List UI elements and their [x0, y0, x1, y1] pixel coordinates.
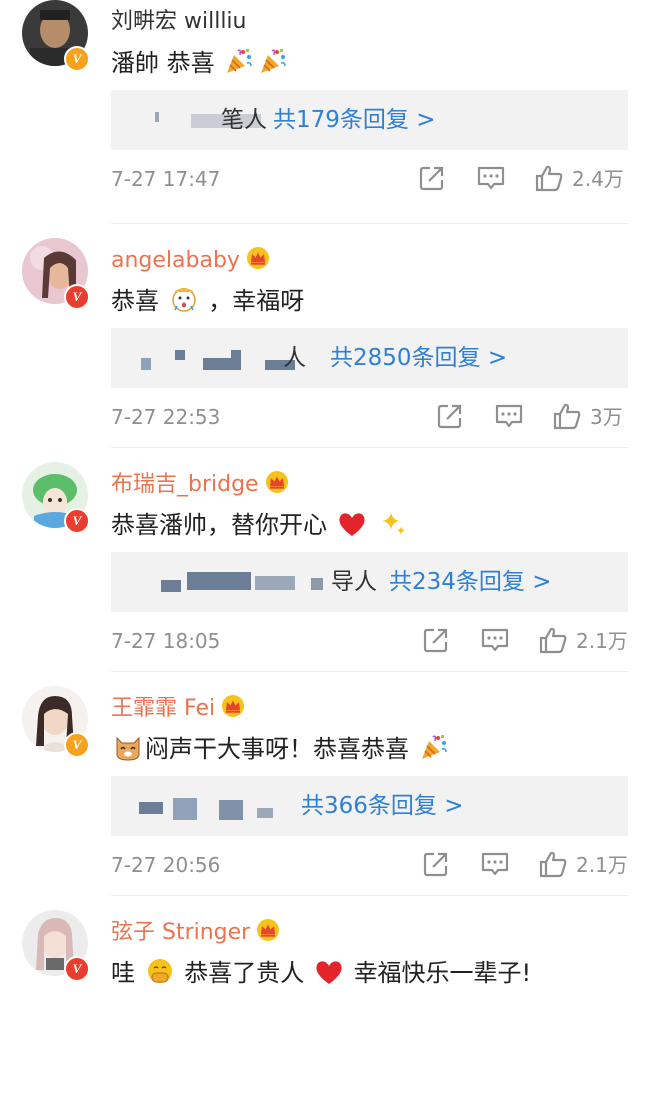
reply-preview[interactable]: 笔人 共179条回复 >: [111, 90, 628, 150]
verified-badge: V: [64, 956, 90, 982]
blurred-usernames: [139, 776, 289, 836]
comment-text: 闷声干大事呀！恭喜恭喜: [111, 732, 451, 764]
comment-actions: 2.1万: [0, 626, 650, 656]
commenter-name[interactable]: angelababy: [111, 246, 270, 275]
blurred-usernames: [135, 328, 295, 388]
comment-item: V 布瑞吉_bridge 恭喜潘帅，替你开心 导人 共234条回复 > 7-27…: [0, 448, 650, 672]
verified-badge: V: [64, 284, 90, 310]
hushed-emoji: [147, 959, 172, 983]
view-replies-link[interactable]: 共2850条回复 >: [330, 328, 507, 388]
reply-names-tail: 导人: [331, 569, 377, 595]
repost-icon[interactable]: [436, 402, 464, 430]
comment-item: V 弦子 Stringer 哇 恭喜了贵人 幸福快乐一辈子!: [0, 896, 650, 1120]
verified-badge: V: [64, 46, 90, 72]
verified-badge: V: [64, 732, 90, 758]
repost-icon[interactable]: [422, 850, 450, 878]
comment-text: 恭喜 ，幸福呀: [111, 284, 304, 316]
sparkles-emoji: [378, 508, 408, 538]
comment-icon[interactable]: [494, 402, 524, 430]
repost-icon[interactable]: [418, 164, 446, 192]
like-icon[interactable]: [534, 164, 564, 192]
commenter-name[interactable]: 布瑞吉_bridge: [111, 470, 289, 499]
party-popper-emoji: [258, 46, 288, 76]
comment-icon[interactable]: [480, 626, 510, 654]
crown-icon: [256, 918, 280, 942]
heart-emoji: [337, 510, 367, 538]
reply-names-tail: 人: [283, 345, 306, 371]
view-replies-link[interactable]: 共366条回复 >: [301, 776, 463, 836]
like-icon[interactable]: [538, 626, 568, 654]
comment-item: V angelababy 恭喜 ，幸福呀 人 共2850条回复 > 7-27 2…: [0, 224, 650, 448]
comment-actions: 2.1万: [0, 850, 650, 880]
comment-icon[interactable]: [476, 164, 506, 192]
comment-text: 哇 恭喜了贵人 幸福快乐一辈子!: [111, 956, 531, 988]
crown-icon: [221, 694, 245, 718]
cat-emoji: [116, 736, 140, 761]
reply-preview[interactable]: 导人 共234条回复 >: [111, 552, 628, 612]
like-count: 2.4万: [572, 167, 624, 191]
like-count: 3万: [590, 405, 623, 429]
commenter-name[interactable]: 王霏霏 Fei: [111, 694, 245, 723]
like-count: 2.1万: [576, 629, 628, 653]
crown-icon: [265, 470, 289, 494]
crown-icon: [246, 246, 270, 270]
reply-preview[interactable]: 共366条回复 >: [111, 776, 628, 836]
heart-emoji: [314, 958, 344, 986]
like-icon[interactable]: [552, 402, 582, 430]
repost-icon[interactable]: [422, 626, 450, 654]
verified-badge: V: [64, 508, 90, 534]
comment-text: 潘帥 恭喜: [111, 46, 290, 78]
commenter-name[interactable]: 弦子 Stringer: [111, 918, 280, 947]
view-replies-link[interactable]: 共179条回复 >: [273, 90, 435, 150]
comment-actions: 3万: [0, 402, 650, 432]
hushed-emoji: [171, 288, 196, 312]
comment-actions: 2.4万: [0, 164, 650, 194]
comment-item: V 王霏霏 Fei 闷声干大事呀！恭喜恭喜 共366条回复 > 7-27 20:…: [0, 672, 650, 896]
party-popper-emoji: [419, 732, 449, 762]
commenter-name[interactable]: 刘畊宏 willliu: [111, 8, 247, 36]
comment-text: 恭喜潘帅，替你开心: [111, 508, 410, 540]
reply-names-tail: 笔人: [221, 107, 267, 133]
reply-preview[interactable]: 人 共2850条回复 >: [111, 328, 628, 388]
like-count: 2.1万: [576, 853, 628, 877]
comment-item: V 刘畊宏 willliu 潘帥 恭喜 笔人 共179条回复 > 7-27 17…: [0, 0, 650, 224]
like-icon[interactable]: [538, 850, 568, 878]
view-replies-link[interactable]: 共234条回复 >: [389, 552, 551, 612]
party-popper-emoji: [224, 46, 254, 76]
comment-icon[interactable]: [480, 850, 510, 878]
blurred-usernames: [161, 552, 336, 612]
